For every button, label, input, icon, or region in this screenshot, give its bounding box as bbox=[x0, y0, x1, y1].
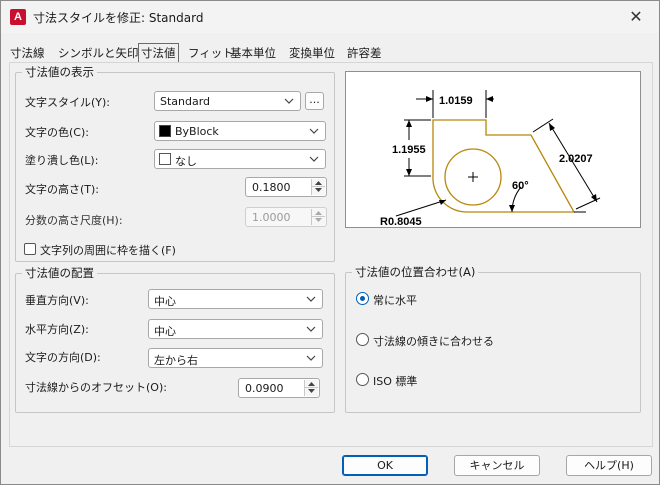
tab-tolerances[interactable]: 許容差 bbox=[347, 44, 382, 62]
fraction-scale-spinner: 1.0000 bbox=[245, 207, 327, 227]
chevron-down-icon bbox=[306, 326, 316, 332]
radio-iso-standard-label: ISO 標準 bbox=[373, 375, 418, 388]
preview-radius: R0.8045 bbox=[380, 216, 422, 227]
text-style-select[interactable]: Standard bbox=[154, 91, 301, 111]
fill-color-value: なし bbox=[175, 155, 197, 168]
tab-primary-units[interactable]: 基本単位 bbox=[230, 44, 276, 62]
radio-align-with-dim-line[interactable] bbox=[356, 333, 369, 346]
chevron-down-icon bbox=[309, 156, 319, 162]
view-direction-label: 文字の方向(D): bbox=[25, 351, 101, 364]
text-height-value: 0.1800 bbox=[252, 181, 291, 194]
text-placement-legend: 寸法値の配置 bbox=[25, 266, 94, 280]
arrow-down-icon bbox=[311, 217, 325, 225]
title-bar: A 寸法スタイルを修正: Standard ✕ bbox=[1, 1, 659, 33]
horizontal-label: 水平方向(Z): bbox=[25, 323, 89, 336]
chevron-down-icon bbox=[309, 128, 319, 134]
offset-spinner[interactable]: 0.0900 bbox=[238, 378, 320, 398]
radio-iso-standard[interactable] bbox=[356, 373, 369, 386]
tab-fit[interactable]: フィット bbox=[188, 44, 234, 62]
help-button[interactable]: ヘルプ(H) bbox=[566, 455, 652, 476]
tab-dimension-lines[interactable]: 寸法線 bbox=[10, 44, 45, 62]
text-color-select[interactable]: ByBlock bbox=[154, 121, 326, 141]
radio-always-horizontal-label: 常に水平 bbox=[373, 294, 417, 307]
arrow-up-icon[interactable] bbox=[304, 380, 318, 388]
text-color-value: ByBlock bbox=[175, 125, 219, 138]
tab-text[interactable]: 寸法値 bbox=[138, 43, 179, 63]
autocad-app-icon: A bbox=[10, 9, 26, 25]
dimension-preview: 1.0159 1.1955 2.0207 60° R0.8045 bbox=[345, 71, 641, 228]
window-title: 寸法スタイルを修正: Standard bbox=[33, 11, 204, 25]
color-swatch bbox=[159, 153, 171, 165]
horizontal-value: 中心 bbox=[154, 325, 176, 338]
vertical-value: 中心 bbox=[154, 295, 176, 308]
view-direction-select[interactable]: 左から右 bbox=[148, 348, 323, 368]
fraction-scale-label: 分数の高さ尺度(H): bbox=[25, 214, 123, 227]
radio-always-horizontal[interactable] bbox=[356, 292, 369, 305]
preview-drawing: 1.0159 1.1955 2.0207 60° R0.8045 bbox=[380, 90, 601, 227]
chevron-down-icon bbox=[284, 98, 294, 104]
chevron-down-icon bbox=[306, 355, 316, 361]
draw-frame-checkbox[interactable] bbox=[24, 243, 36, 255]
view-direction-value: 左から右 bbox=[154, 354, 198, 367]
arrow-down-icon[interactable] bbox=[311, 187, 325, 195]
tab-alternate-units[interactable]: 変換単位 bbox=[289, 44, 335, 62]
tab-symbols-arrows[interactable]: シンボルと矢印 bbox=[58, 44, 139, 62]
preview-dim-top: 1.0159 bbox=[439, 95, 473, 107]
text-height-spinner[interactable]: 0.1800 bbox=[245, 177, 327, 197]
ok-button[interactable]: OK bbox=[342, 455, 428, 476]
offset-value: 0.0900 bbox=[245, 382, 284, 395]
horizontal-select[interactable]: 中心 bbox=[148, 319, 323, 339]
radio-align-with-dim-line-label: 寸法線の傾きに合わせる bbox=[373, 335, 494, 348]
fraction-scale-value: 1.0000 bbox=[252, 211, 291, 224]
preview-dim-left: 1.1955 bbox=[392, 144, 426, 156]
chevron-down-icon bbox=[306, 296, 316, 302]
fill-color-select[interactable]: なし bbox=[154, 149, 326, 169]
arrow-up-icon[interactable] bbox=[311, 179, 325, 187]
cancel-button[interactable]: キャンセル bbox=[454, 455, 540, 476]
text-height-label: 文字の高さ(T): bbox=[25, 183, 100, 196]
text-appearance-legend: 寸法値の表示 bbox=[25, 65, 94, 79]
text-color-label: 文字の色(C): bbox=[25, 126, 89, 139]
text-style-label: 文字スタイル(Y): bbox=[25, 96, 111, 109]
dialog-window: A 寸法スタイルを修正: Standard ✕ 寸法線 シンボルと矢印 寸法値 … bbox=[0, 0, 660, 485]
color-swatch bbox=[159, 125, 171, 137]
arrow-up-icon bbox=[311, 209, 325, 217]
text-alignment-legend: 寸法値の位置合わせ(A) bbox=[355, 265, 476, 279]
close-icon[interactable]: ✕ bbox=[613, 1, 659, 33]
preview-dim-right: 2.0207 bbox=[559, 153, 593, 165]
offset-label: 寸法線からのオフセット(O): bbox=[25, 381, 167, 394]
preview-angle: 60° bbox=[512, 180, 529, 192]
draw-frame-label: 文字列の周囲に枠を描く(F) bbox=[40, 244, 176, 257]
vertical-select[interactable]: 中心 bbox=[148, 289, 323, 309]
text-style-value: Standard bbox=[160, 95, 211, 108]
fill-color-label: 塗り潰し色(L): bbox=[25, 154, 99, 167]
vertical-label: 垂直方向(V): bbox=[25, 294, 89, 307]
text-style-browse-button[interactable]: ... bbox=[305, 92, 324, 110]
arrow-down-icon[interactable] bbox=[304, 388, 318, 396]
